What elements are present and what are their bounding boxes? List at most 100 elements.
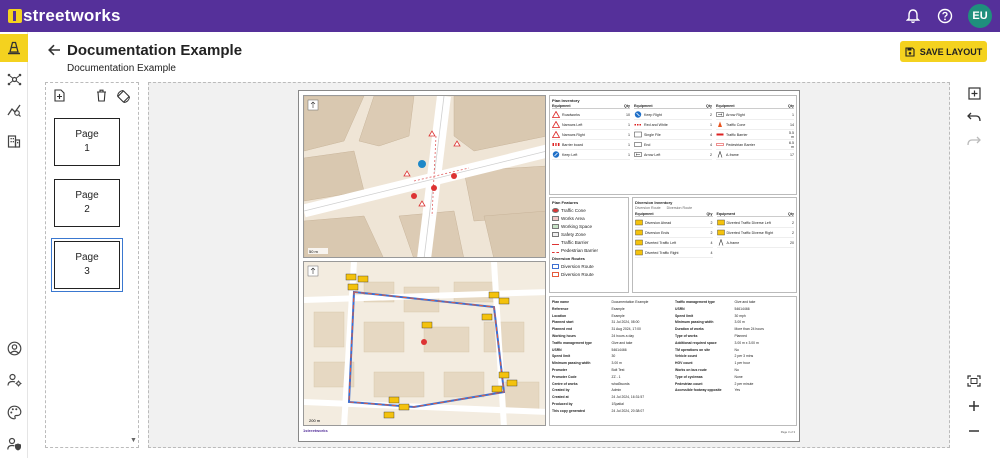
delete-page-icon[interactable] <box>96 89 107 102</box>
nav-item-admin[interactable] <box>0 430 28 458</box>
admin-icon <box>6 437 21 451</box>
page-thumbnail-label: Page <box>75 129 99 140</box>
save-icon <box>905 46 915 57</box>
redo-button[interactable] <box>962 130 986 152</box>
detail-key: Speed limit <box>675 313 694 318</box>
end-sign-icon <box>634 142 642 147</box>
footer-logo: 1streetworks <box>303 428 328 433</box>
nav-item-organisation[interactable] <box>0 127 28 155</box>
detail-row: Type of works Planned <box>675 333 794 340</box>
detail-key: Minimum passing width <box>675 320 714 325</box>
detail-value: Planned <box>734 333 747 338</box>
detail-row: Promoter Bolt Test <box>552 367 671 374</box>
page-thumbnail-number: 3 <box>84 266 90 277</box>
detail-key: Centre of works <box>552 381 578 386</box>
legend-item: Pedestrian Barrier <box>552 246 626 254</box>
inventory-row: Traffic Barrier 5.5 m <box>716 130 794 140</box>
fit-to-screen-button[interactable] <box>962 370 986 392</box>
scroll-down-arrow-icon[interactable]: ▼ <box>130 437 137 444</box>
detail-row: Created by Admin <box>552 387 671 394</box>
nav-item-network[interactable] <box>0 65 28 93</box>
legend-item: Traffic Cone <box>552 206 626 214</box>
detail-row: This copy generated 24 Jul 2024, 20:38:07 <box>552 408 671 415</box>
detail-row: Minimum passing width 3.00 m <box>675 319 794 326</box>
detail-value: ZZ - 1 <box>611 374 621 379</box>
nav-item-user-settings[interactable] <box>0 366 28 394</box>
detail-value: 3.00 m <box>734 320 745 325</box>
save-layout-label: SAVE LAYOUT <box>919 46 983 57</box>
detail-key: Plan name <box>552 300 569 304</box>
inventory-column: Equipment Qty Arrow Right 1 Traffic Cone 14… <box>716 104 794 160</box>
detail-row: Location Example <box>552 313 671 320</box>
plan-map-upper[interactable]: 50 m <box>303 95 546 258</box>
detail-key: Duration of works <box>675 327 704 332</box>
app-logo[interactable]: streetworks <box>8 6 121 26</box>
user-avatar[interactable]: EU <box>968 4 992 28</box>
detail-row: Traffic management type Give and take <box>552 340 671 347</box>
detail-row: HGV count 1 per hour <box>675 360 794 367</box>
detail-value: 2 per minute <box>734 381 754 386</box>
svg-text:200 m: 200 m <box>309 418 321 423</box>
inventory-column: Equipment Qty Diversion Ahead 2 Diversion … <box>635 212 713 258</box>
detail-value: 24 hours a day <box>611 333 634 338</box>
zoom-in-button[interactable] <box>962 395 986 417</box>
detail-key: Produced by <box>552 401 573 406</box>
nav-item-traffic-management[interactable] <box>0 34 28 62</box>
add-element-button[interactable] <box>962 82 986 104</box>
inventory-column: Equipment Qty Keep Right 2 Red and White 1 … <box>634 104 712 160</box>
inventory-column: Equipment Qty Diverted Traffic Diverse Le… <box>716 212 794 258</box>
detail-value: 3.00 m <box>611 361 622 366</box>
minus-icon <box>969 430 979 432</box>
col-equipment: Equipment <box>552 104 571 108</box>
page-title: Documentation Example <box>67 42 243 59</box>
detail-row: Created at 24 Jul 2024, 16:31:57 <box>552 394 671 401</box>
undo-button[interactable] <box>962 106 986 128</box>
top-app-bar: streetworks EU <box>0 0 1000 32</box>
diversion-routes-title: Diversion Routes <box>552 256 585 261</box>
detail-value: 2 per 3 mins <box>734 354 754 359</box>
narrows-left-sign-icon <box>552 121 560 128</box>
detail-row: Works on bus route No <box>675 367 794 374</box>
nav-item-analytics[interactable] <box>0 96 28 124</box>
diversion-map-lower[interactable]: 200 m <box>303 261 546 426</box>
detail-row: TM operations on site No <box>675 347 794 354</box>
bell-icon[interactable] <box>904 7 922 25</box>
save-layout-button[interactable]: SAVE LAYOUT <box>900 41 987 62</box>
detail-key: Pedestrian count <box>675 381 703 386</box>
inventory-row: Barrier board 1 <box>552 140 630 150</box>
keep-right-sign-icon <box>634 111 642 118</box>
detail-value: 24 Jul 2024, 20:38:07 <box>611 408 645 413</box>
inventory-row: Narrows Right 1 <box>552 130 630 140</box>
inventory-row: A-frame 17 <box>716 150 794 160</box>
arrow-right-sign-icon <box>716 112 724 117</box>
detail-row: Speed limit 30 mph <box>675 313 794 320</box>
back-arrow-icon[interactable] <box>48 44 61 56</box>
rotate-page-icon[interactable] <box>116 89 131 104</box>
nav-item-theme[interactable] <box>0 398 28 426</box>
detail-row: USRN 54614466 <box>675 306 794 313</box>
page-thumbnail-3[interactable]: Page 3 <box>51 238 123 292</box>
detail-row: Planned end 31 Aug 2024, 17:00 <box>552 326 671 333</box>
pages-panel: Page 1 Page 2 Page 3 ▼ <box>45 82 139 448</box>
detail-key: Traffic management type <box>552 340 592 345</box>
detail-key: Speed limit <box>552 354 571 359</box>
help-icon[interactable] <box>936 7 954 25</box>
inventory-row: Diverted Traffic Diverse Left 2 <box>716 218 794 228</box>
add-page-icon[interactable] <box>54 89 65 102</box>
detail-row: Accessible footway opposite Yes <box>675 387 794 394</box>
detail-key: Location <box>552 313 567 318</box>
nav-item-account[interactable] <box>0 334 28 362</box>
undo-icon <box>967 112 981 122</box>
page-thumbnail-2[interactable]: Page 2 <box>54 179 120 227</box>
detail-key: TM operations on site <box>675 347 711 352</box>
detail-key: Reference <box>552 306 569 311</box>
detail-value: More than 24 hours <box>734 327 764 332</box>
page-thumbnail-1[interactable]: Page 1 <box>54 118 120 166</box>
roadworks-sign-icon <box>552 111 560 118</box>
zoom-out-button[interactable] <box>962 420 986 442</box>
add-box-icon <box>967 86 981 100</box>
detail-row: Traffic management type Give and take <box>675 299 794 306</box>
diversion-sign-icon <box>635 219 643 226</box>
detail-row: Planned start 31 Jul 2024, 08:00 <box>552 319 671 326</box>
detail-key: Accessible footway opposite <box>675 388 722 393</box>
